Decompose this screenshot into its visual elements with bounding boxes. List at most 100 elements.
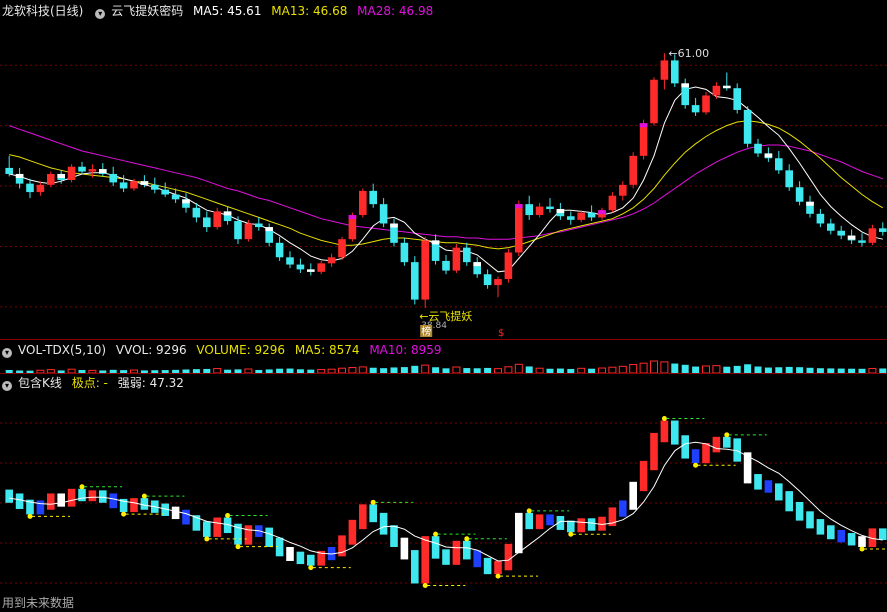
candle-body bbox=[379, 204, 388, 224]
candle-body bbox=[494, 279, 502, 286]
contain-kline-bar bbox=[816, 519, 825, 535]
sub-toggle-icon[interactable]: ▾ bbox=[2, 381, 12, 391]
volume-bar bbox=[744, 364, 752, 373]
candle-body bbox=[26, 183, 34, 193]
candle-body bbox=[275, 242, 284, 258]
contain-kline-bar bbox=[681, 435, 689, 459]
pivot-dot bbox=[693, 462, 699, 468]
pivot-dot bbox=[27, 513, 33, 519]
pivot-dot bbox=[308, 565, 314, 571]
pivot-dot bbox=[526, 508, 532, 514]
contain-kline-bar bbox=[691, 449, 700, 464]
candle-body bbox=[36, 184, 45, 193]
contain-kline-bar bbox=[619, 500, 627, 517]
pivot-dot bbox=[79, 484, 85, 490]
contain-kline-bar bbox=[754, 474, 762, 490]
vol-ma5-label: MA5: 8574 bbox=[294, 343, 360, 357]
volume-bar bbox=[618, 365, 627, 373]
contain-kline-bar bbox=[171, 506, 180, 520]
contain-kline-bar bbox=[723, 436, 731, 448]
contain-kline-bar bbox=[650, 432, 658, 471]
volume-toggle-icon[interactable]: ▾ bbox=[2, 348, 12, 358]
candle-body bbox=[671, 60, 679, 84]
candle-cap bbox=[681, 83, 689, 88]
contain-kline-bar bbox=[296, 551, 305, 565]
volume-bar bbox=[702, 365, 710, 373]
volume-bar bbox=[514, 363, 523, 373]
contain-kline-bar bbox=[712, 436, 721, 453]
candle-body bbox=[577, 212, 585, 220]
contain-kline-bar bbox=[421, 536, 429, 584]
volume-chart[interactable] bbox=[0, 360, 887, 373]
contain-kline-bar bbox=[411, 550, 419, 584]
candle-body bbox=[619, 184, 627, 196]
pivot-dot bbox=[225, 513, 231, 519]
candle-body bbox=[161, 189, 169, 195]
contain-kline-bar bbox=[775, 483, 783, 501]
pivot-dot bbox=[568, 531, 574, 537]
jidian-label: 极点: - bbox=[71, 376, 108, 390]
price-chart[interactable]: ←61.00←云飞提妖38.84榜 $ bbox=[0, 21, 887, 339]
candle-body bbox=[858, 240, 866, 243]
contain-kline-bar bbox=[99, 490, 107, 503]
candle-cap bbox=[182, 199, 190, 204]
contain-kline-bar bbox=[494, 560, 502, 575]
candle-body bbox=[754, 143, 762, 154]
contain-kline-bar bbox=[743, 452, 752, 484]
contain-kline-bar bbox=[504, 543, 513, 571]
indicator-toggle-icon[interactable]: ▾ bbox=[95, 9, 106, 19]
candle-body bbox=[130, 181, 138, 189]
sub-indicator-name[interactable]: 包含K线 bbox=[18, 376, 62, 390]
candle-body bbox=[203, 217, 211, 228]
candle-body bbox=[483, 274, 492, 286]
candle-cap bbox=[639, 123, 648, 128]
sub-indicator-header: ▾ 包含K线 极点: - 强弱: 47.32 bbox=[0, 373, 190, 393]
candle-body bbox=[400, 242, 409, 263]
candle-body bbox=[743, 109, 752, 144]
contain-kline-bar bbox=[182, 509, 190, 525]
candle-body bbox=[608, 195, 617, 211]
volume-bar bbox=[671, 363, 679, 373]
candle-body bbox=[151, 184, 159, 190]
candle-body bbox=[546, 206, 554, 209]
contain-kline-bar bbox=[525, 512, 533, 530]
contain-kline-bar bbox=[764, 480, 773, 493]
pivot-dot bbox=[204, 536, 210, 542]
candle-cap bbox=[723, 85, 731, 89]
candle-body bbox=[171, 194, 180, 200]
candle-body bbox=[868, 228, 877, 243]
contain-kline-bar bbox=[307, 554, 315, 566]
candle-body bbox=[452, 247, 461, 271]
ma5-line bbox=[9, 86, 883, 273]
contain-kline-bar bbox=[639, 460, 648, 492]
pivot-dot bbox=[370, 499, 376, 505]
contain-kline-bar bbox=[577, 518, 585, 533]
volume-bar bbox=[733, 365, 741, 373]
contain-kline-bar bbox=[806, 511, 814, 529]
candle-body bbox=[504, 252, 513, 280]
ma13-label: MA13: 46.68 bbox=[271, 4, 348, 18]
volume-bar bbox=[639, 362, 648, 373]
volume-bar bbox=[629, 364, 638, 373]
contain-kline-bar bbox=[359, 504, 367, 530]
contain-kline-bar bbox=[244, 525, 253, 545]
ma13-line bbox=[9, 120, 884, 250]
pivot-dot bbox=[859, 546, 865, 552]
candle-body bbox=[244, 223, 253, 240]
contain-kline-bar bbox=[515, 512, 523, 554]
sub-indicator-chart[interactable] bbox=[0, 393, 887, 611]
candle-body bbox=[286, 257, 294, 265]
candle-body bbox=[712, 85, 721, 96]
candle-body bbox=[733, 88, 741, 110]
ma28-label: MA28: 46.98 bbox=[357, 4, 434, 18]
indicator-name[interactable]: 云飞提妖密码 bbox=[111, 4, 183, 18]
contain-kline-bar bbox=[47, 493, 55, 510]
volume-indicator-name[interactable]: VOL-TDX(5,10) bbox=[18, 343, 106, 357]
candle-body bbox=[327, 257, 336, 264]
contain-kline-bar bbox=[213, 517, 221, 537]
contain-kline-bar bbox=[88, 490, 97, 502]
pivot-dot bbox=[235, 544, 241, 550]
candle-body bbox=[88, 169, 97, 172]
contain-kline-bar bbox=[109, 493, 117, 509]
candle-cap bbox=[431, 240, 440, 245]
